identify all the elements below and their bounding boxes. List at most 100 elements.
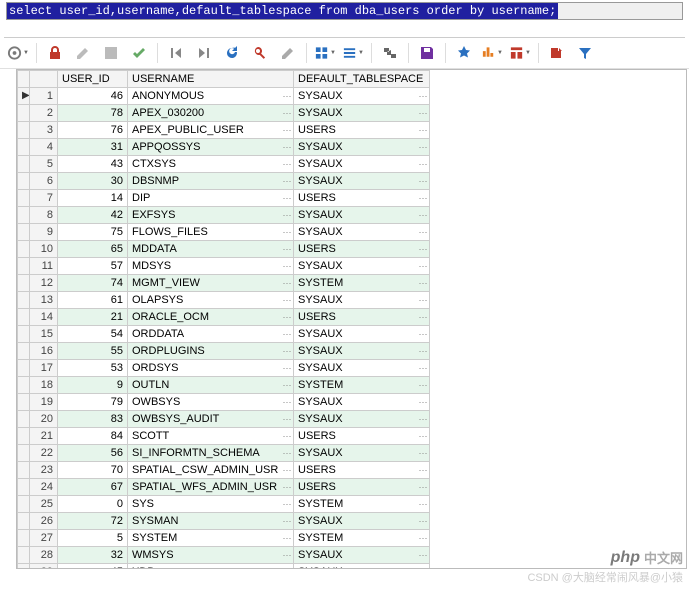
cell-expand-icon[interactable]: ⋯ — [417, 105, 429, 121]
cell-userid[interactable]: 76 — [58, 122, 128, 139]
cell-username[interactable]: XDB⋯ — [128, 564, 294, 570]
cell-expand-icon[interactable]: ⋯ — [281, 360, 293, 376]
cell-userid[interactable]: 0 — [58, 496, 128, 513]
cell-username[interactable]: ORDSYS⋯ — [128, 360, 294, 377]
cell-expand-icon[interactable]: ⋯ — [417, 326, 429, 342]
cell-username[interactable]: WMSYS⋯ — [128, 547, 294, 564]
cell-username[interactable]: ORDDATA⋯ — [128, 326, 294, 343]
cell-expand-icon[interactable]: ⋯ — [417, 394, 429, 410]
cell-expand-icon[interactable]: ⋯ — [281, 462, 293, 478]
cell-tablespace[interactable]: SYSAUX⋯ — [294, 360, 430, 377]
cell-expand-icon[interactable]: ⋯ — [417, 343, 429, 359]
cell-expand-icon[interactable]: ⋯ — [417, 88, 429, 104]
table-row[interactable]: 250SYS⋯SYSTEM⋯ — [18, 496, 430, 513]
save-icon[interactable] — [415, 42, 439, 64]
cell-expand-icon[interactable]: ⋯ — [281, 530, 293, 546]
cell-userid[interactable]: 74 — [58, 275, 128, 292]
cell-expand-icon[interactable]: ⋯ — [417, 173, 429, 189]
last-icon[interactable] — [192, 42, 216, 64]
cell-tablespace[interactable]: USERS⋯ — [294, 462, 430, 479]
cell-tablespace[interactable]: USERS⋯ — [294, 479, 430, 496]
cell-tablespace[interactable]: SYSAUX⋯ — [294, 173, 430, 190]
table-row[interactable]: 2184SCOTT⋯USERS⋯ — [18, 428, 430, 445]
cell-username[interactable]: OWBSYS⋯ — [128, 394, 294, 411]
table-row[interactable]: 189OUTLN⋯SYSTEM⋯ — [18, 377, 430, 394]
cell-userid[interactable]: 9 — [58, 377, 128, 394]
cell-username[interactable]: SYSMAN⋯ — [128, 513, 294, 530]
cell-username[interactable]: SYS⋯ — [128, 496, 294, 513]
cell-userid[interactable]: 83 — [58, 411, 128, 428]
first-icon[interactable] — [164, 42, 188, 64]
cell-userid[interactable]: 42 — [58, 207, 128, 224]
cell-expand-icon[interactable]: ⋯ — [417, 207, 429, 223]
cell-tablespace[interactable]: SYSAUX⋯ — [294, 411, 430, 428]
cell-tablespace[interactable]: SYSAUX⋯ — [294, 292, 430, 309]
cell-expand-icon[interactable]: ⋯ — [417, 241, 429, 257]
table-row[interactable]: 2370SPATIAL_CSW_ADMIN_USR⋯USERS⋯ — [18, 462, 430, 479]
cell-expand-icon[interactable]: ⋯ — [281, 173, 293, 189]
cell-username[interactable]: APPQOSSYS⋯ — [128, 139, 294, 156]
cell-username[interactable]: SYSTEM⋯ — [128, 530, 294, 547]
cell-expand-icon[interactable]: ⋯ — [281, 88, 293, 104]
table-row[interactable]: 376APEX_PUBLIC_USER⋯USERS⋯ — [18, 122, 430, 139]
cell-expand-icon[interactable]: ⋯ — [281, 309, 293, 325]
cell-expand-icon[interactable]: ⋯ — [417, 564, 429, 569]
cell-username[interactable]: ORACLE_OCM⋯ — [128, 309, 294, 326]
cell-username[interactable]: SCOTT⋯ — [128, 428, 294, 445]
cell-userid[interactable]: 5 — [58, 530, 128, 547]
cell-expand-icon[interactable]: ⋯ — [281, 241, 293, 257]
cell-expand-icon[interactable]: ⋯ — [281, 496, 293, 512]
cell-expand-icon[interactable]: ⋯ — [281, 139, 293, 155]
find-icon[interactable] — [248, 42, 272, 64]
cell-username[interactable]: FLOWS_FILES⋯ — [128, 224, 294, 241]
cell-userid[interactable]: 57 — [58, 258, 128, 275]
cell-expand-icon[interactable]: ⋯ — [281, 207, 293, 223]
cell-expand-icon[interactable]: ⋯ — [281, 190, 293, 206]
cell-tablespace[interactable]: USERS⋯ — [294, 122, 430, 139]
cell-expand-icon[interactable]: ⋯ — [417, 445, 429, 461]
cell-userid[interactable]: 14 — [58, 190, 128, 207]
sql-editor[interactable]: select user_id,username,default_tablespa… — [6, 2, 683, 20]
cell-expand-icon[interactable]: ⋯ — [281, 224, 293, 240]
export-icon[interactable] — [545, 42, 569, 64]
cell-tablespace[interactable]: SYSAUX⋯ — [294, 547, 430, 564]
wizard-icon[interactable] — [452, 42, 476, 64]
cell-tablespace[interactable]: SYSTEM⋯ — [294, 275, 430, 292]
grid-view-icon[interactable]: ▼ — [313, 42, 337, 64]
cell-username[interactable]: ANONYMOUS⋯ — [128, 88, 294, 105]
table-row[interactable]: 1157MDSYS⋯SYSAUX⋯ — [18, 258, 430, 275]
cell-tablespace[interactable]: SYSTEM⋯ — [294, 377, 430, 394]
cell-tablespace[interactable]: USERS⋯ — [294, 309, 430, 326]
relations-icon[interactable] — [378, 42, 402, 64]
cell-expand-icon[interactable]: ⋯ — [417, 224, 429, 240]
cell-tablespace[interactable]: SYSTEM⋯ — [294, 496, 430, 513]
cell-expand-icon[interactable]: ⋯ — [281, 513, 293, 529]
cell-userid[interactable]: 31 — [58, 139, 128, 156]
cell-expand-icon[interactable]: ⋯ — [281, 547, 293, 563]
cell-username[interactable]: APEX_030200⋯ — [128, 105, 294, 122]
cell-expand-icon[interactable]: ⋯ — [281, 479, 293, 495]
table-row[interactable]: 2832WMSYS⋯SYSAUX⋯ — [18, 547, 430, 564]
cell-userid[interactable]: 65 — [58, 241, 128, 258]
cell-tablespace[interactable]: SYSAUX⋯ — [294, 445, 430, 462]
lock-icon[interactable] — [43, 42, 67, 64]
table-row[interactable]: 2467SPATIAL_WFS_ADMIN_USR⋯USERS⋯ — [18, 479, 430, 496]
results-grid[interactable]: USER_ID USERNAME DEFAULT_TABLESPACE ▶146… — [16, 69, 687, 569]
cell-userid[interactable]: 84 — [58, 428, 128, 445]
cell-expand-icon[interactable]: ⋯ — [281, 377, 293, 393]
cell-userid[interactable]: 56 — [58, 445, 128, 462]
cell-username[interactable]: ORDPLUGINS⋯ — [128, 343, 294, 360]
cell-expand-icon[interactable]: ⋯ — [417, 479, 429, 495]
table-row[interactable]: 1979OWBSYS⋯SYSAUX⋯ — [18, 394, 430, 411]
cell-username[interactable]: MGMT_VIEW⋯ — [128, 275, 294, 292]
cell-userid[interactable]: 45 — [58, 564, 128, 570]
cell-expand-icon[interactable]: ⋯ — [281, 445, 293, 461]
table-row[interactable]: 1274MGMT_VIEW⋯SYSTEM⋯ — [18, 275, 430, 292]
layout-icon[interactable]: ▼ — [508, 42, 532, 64]
cell-tablespace[interactable]: SYSAUX⋯ — [294, 326, 430, 343]
cell-userid[interactable]: 32 — [58, 547, 128, 564]
cell-userid[interactable]: 43 — [58, 156, 128, 173]
cell-userid[interactable]: 75 — [58, 224, 128, 241]
cell-userid[interactable]: 46 — [58, 88, 128, 105]
cell-tablespace[interactable]: SYSTEM⋯ — [294, 530, 430, 547]
